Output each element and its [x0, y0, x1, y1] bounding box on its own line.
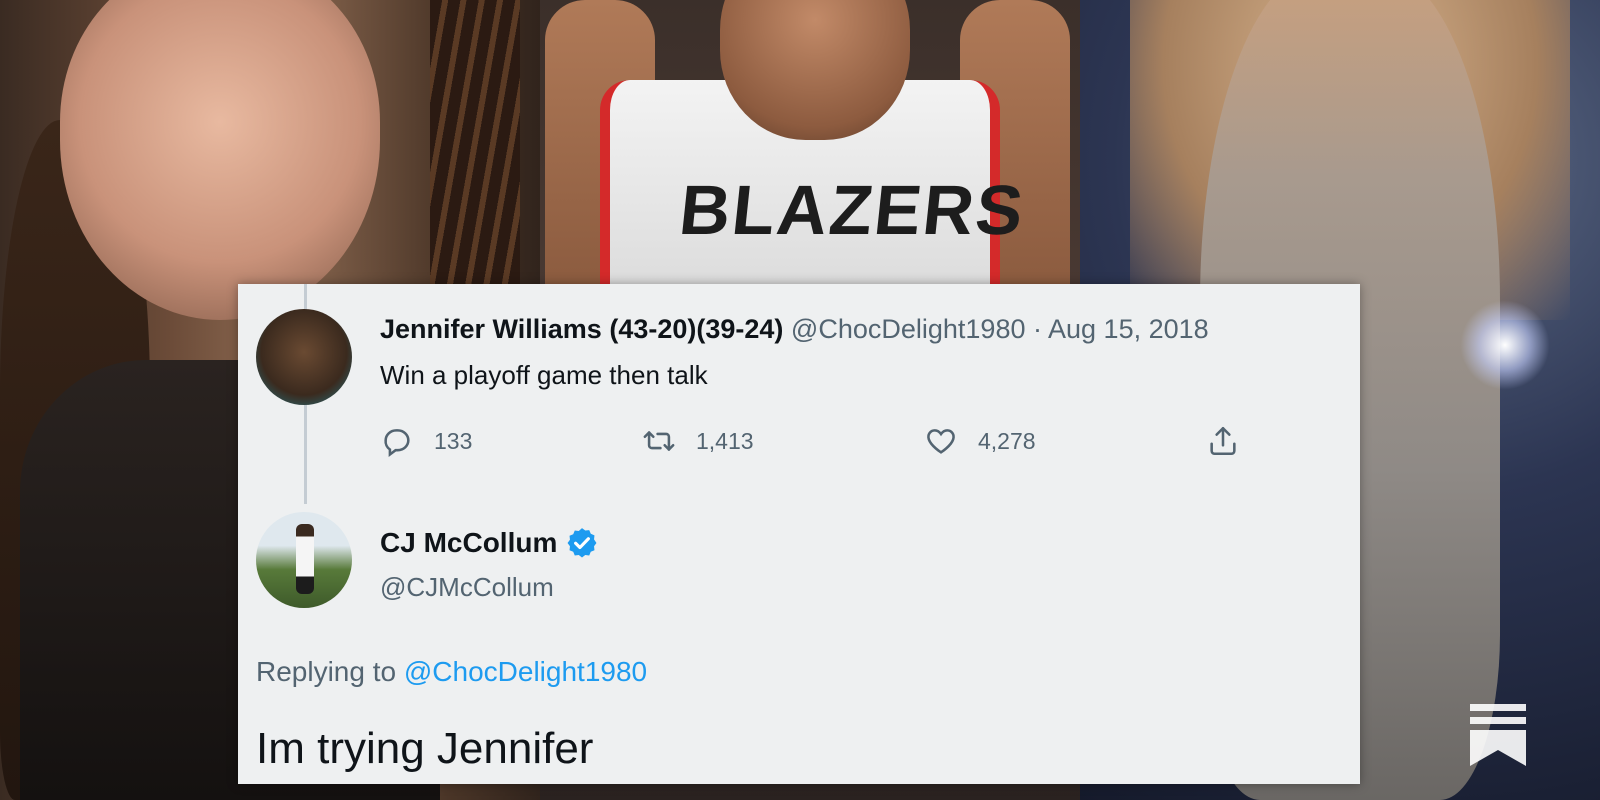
- tweet-actions: 133 1,413 4,278: [380, 424, 1280, 464]
- bow-decoration: [430, 0, 520, 300]
- tweet-header: Jennifer Williams (43-20)(39-24) @ChocDe…: [380, 314, 1209, 345]
- replying-to-link[interactable]: @ChocDelight1980: [404, 656, 647, 687]
- retweet-icon: [643, 431, 675, 451]
- avatar-person: [296, 524, 314, 594]
- tweet-thread-card: Jennifer Williams (43-20)(39-24) @ChocDe…: [238, 284, 1360, 784]
- like-button[interactable]: 4,278: [924, 424, 1036, 458]
- jersey-lettering: BLAZERS: [675, 171, 1029, 249]
- avatar[interactable]: [256, 309, 352, 405]
- like-count: 4,278: [978, 427, 1036, 454]
- reply-count: 133: [434, 427, 473, 454]
- stage-light-flare: [1460, 300, 1550, 390]
- reply-author: CJ McCollum: [380, 526, 599, 560]
- heart-icon: [927, 429, 955, 454]
- avatar[interactable]: [256, 512, 352, 608]
- reply-button[interactable]: 133: [380, 424, 472, 458]
- verified-badge-icon: [567, 528, 597, 558]
- reply-icon: [384, 429, 410, 458]
- retweet-button[interactable]: 1,413: [642, 424, 754, 458]
- retweet-count: 1,413: [696, 427, 754, 454]
- author-handle[interactable]: @CJMcCollum: [380, 572, 554, 603]
- replying-prefix: Replying to: [256, 656, 397, 687]
- share-icon: [1210, 426, 1236, 456]
- author-name[interactable]: CJ McCollum: [380, 527, 557, 559]
- replying-to-line: Replying to @ChocDelight1980: [256, 656, 647, 688]
- separator-dot: ·: [1033, 314, 1049, 344]
- tweet-text: Win a playoff game then talk: [380, 360, 708, 390]
- author-name[interactable]: Jennifer Williams (43-20)(39-24): [380, 314, 783, 344]
- tweet-date[interactable]: Aug 15, 2018: [1048, 314, 1209, 344]
- bookmark-icon[interactable]: [1470, 704, 1526, 766]
- reply-text: Im trying Jennifer: [256, 724, 594, 773]
- author-handle[interactable]: @ChocDelight1980: [791, 314, 1026, 344]
- share-button[interactable]: [1206, 424, 1260, 458]
